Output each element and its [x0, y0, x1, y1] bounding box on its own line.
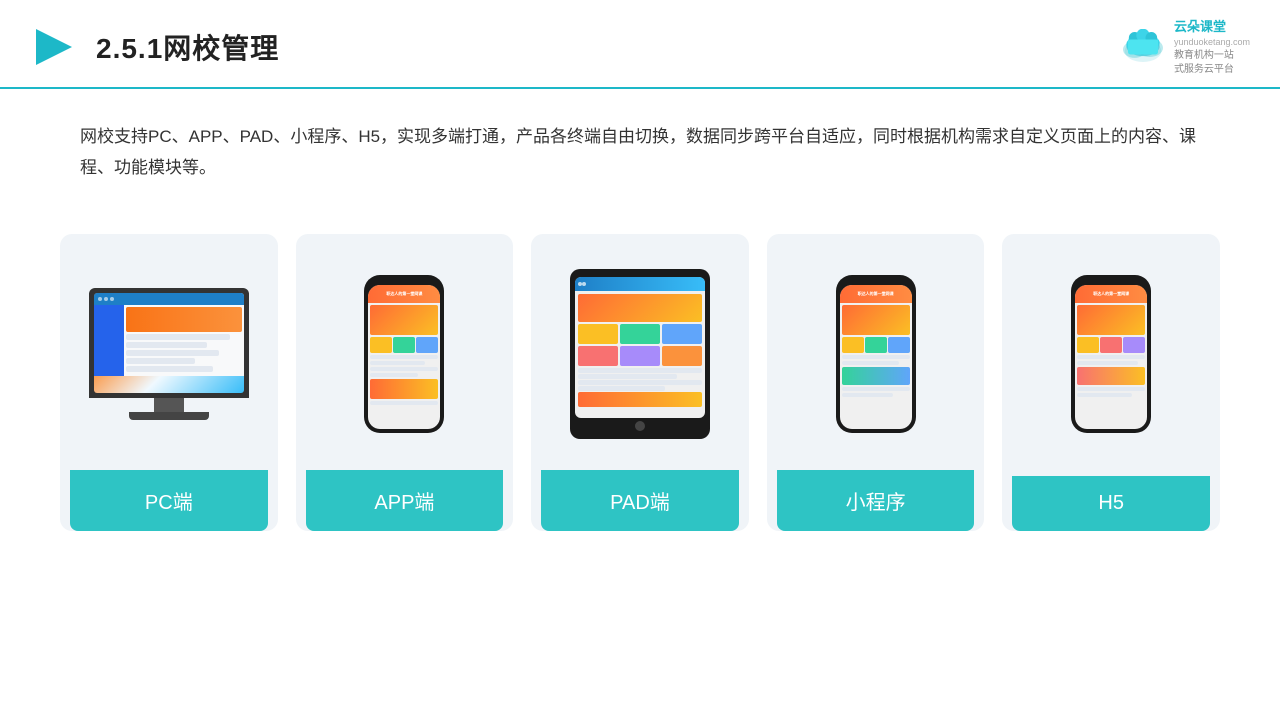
page-header: 2.5.1网校管理 云朵课堂 yunduoketang.com 教育机构一站 式…	[0, 0, 1280, 89]
device-card-h5: 职达人的第一堂网课	[1002, 234, 1220, 531]
pad-label: PAD端	[541, 470, 739, 531]
h5-image-area: 职达人的第一堂网课	[1012, 254, 1210, 454]
pc-image-area	[70, 254, 268, 454]
h5-label: H5	[1012, 476, 1210, 531]
header-left: 2.5.1网校管理	[30, 23, 279, 71]
pad-image-area	[541, 254, 739, 454]
device-card-pad: PAD端	[531, 234, 749, 531]
device-card-miniprogram: 职达人的第一堂网课	[767, 234, 985, 531]
brand-name: 云朵课堂	[1174, 18, 1250, 36]
phone-mock-h5: 职达人的第一堂网课	[1071, 275, 1151, 433]
device-cards-section: PC端 职达人的第一堂网课	[0, 214, 1280, 561]
miniprogram-image-area: 职达人的第一堂网课	[777, 254, 975, 454]
device-card-pc: PC端	[60, 234, 278, 531]
phone-mock-app: 职达人的第一堂网课	[364, 275, 444, 433]
device-card-app: 职达人的第一堂网课	[296, 234, 514, 531]
tablet-mock	[570, 269, 710, 439]
miniprogram-label: 小程序	[777, 470, 975, 531]
brand-logo: 云朵课堂 yunduoketang.com 教育机构一站 式服务云平台	[1118, 18, 1250, 77]
cloud-icon	[1118, 29, 1168, 65]
app-label: APP端	[306, 470, 504, 531]
brand-url: yunduoketang.com	[1174, 36, 1250, 49]
description-text: 网校支持PC、APP、PAD、小程序、H5，实现多端打通，产品各终端自由切换，数…	[0, 89, 1280, 204]
page-title: 2.5.1网校管理	[96, 27, 279, 67]
pc-label: PC端	[70, 470, 268, 531]
logo-arrow-icon	[30, 23, 78, 71]
app-image-area: 职达人的第一堂网课	[306, 254, 504, 454]
phone-mock-mini: 职达人的第一堂网课	[836, 275, 916, 433]
brand-tagline: 教育机构一站 式服务云平台	[1174, 49, 1250, 77]
brand-text: 云朵课堂 yunduoketang.com 教育机构一站 式服务云平台	[1174, 18, 1250, 77]
pc-monitor-mock	[89, 288, 249, 420]
